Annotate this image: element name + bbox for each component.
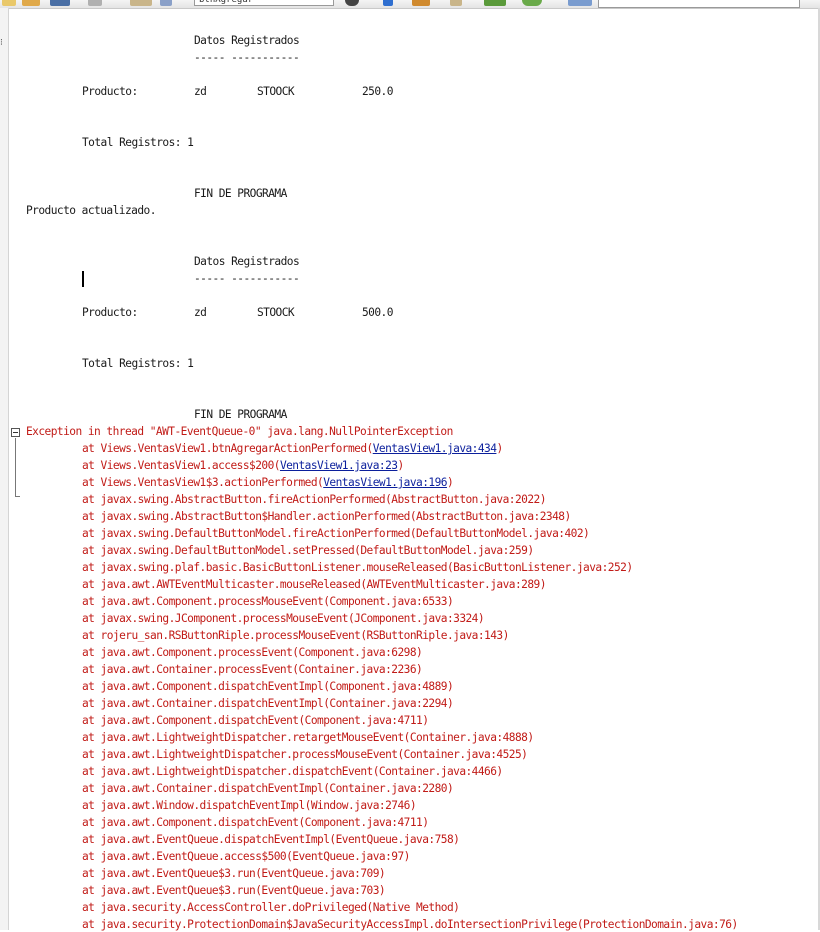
stack-frame-line: at java.awt.LightweightDispatcher.retarg… [82,731,534,744]
stack-frame-line: at java.awt.Component.processEvent(Compo… [82,646,423,659]
stack-frame-line: at java.awt.LightweightDispatcher.proces… [82,748,528,761]
stack-frame-line: at javax.swing.JComponent.processMouseEv… [82,612,485,625]
stack-frame-line: at java.awt.EventQueue.dispatchEventImpl… [82,833,460,846]
stack-frame-line: at Views.VentasView1.access$200(VentasVi… [82,459,404,473]
stack-frame-line: at Views.VentasView1.btnAgregarActionPer… [82,442,503,456]
collapse-icon[interactable] [11,428,20,437]
stack-frame-line: at java.awt.Container.dispatchEventImpl(… [82,697,454,710]
stack-frame-line: at java.awt.AWTEventMulticaster.mouseRel… [82,578,546,591]
block1-underline: ----- ----------- [194,51,300,64]
block2-row-name: zd [194,306,207,319]
stack-frame-line: at java.awt.Window.dispatchEventImpl(Win… [82,799,417,812]
cut-icon[interactable] [160,0,172,6]
stack-frame-line: at javax.swing.plaf.basic.BasicButtonLis… [82,561,633,574]
block1-end: FIN DE PROGRAMA [194,187,287,200]
ide-toolbar: btnAgregar [0,0,820,9]
stack-frame-line: at java.awt.Component.dispatchEventImpl(… [82,680,454,693]
block1-total: Total Registros: 1 [82,136,194,149]
run-icon[interactable] [450,0,462,6]
fold-guide [15,438,16,496]
save-all-icon[interactable] [50,0,70,6]
stack-frame-line: at java.awt.Component.dispatchEvent(Comp… [82,816,429,829]
stack-frame-text: at Views.VentasView1.access$200( [82,459,280,472]
stack-frame-line: at java.awt.LightweightDispatcher.dispat… [82,765,503,778]
stack-frame-line: at java.awt.EventQueue$3.run(EventQueue.… [82,884,386,897]
block1-row-name: zd [194,85,207,98]
stack-frame-line: at rojeru_san.RSButtonRiple.processMouse… [82,629,509,642]
stack-frame-text: ) [397,459,404,472]
source-link[interactable]: VentasView1.java:23 [280,459,398,472]
block1-row-field: STOOCK [257,85,295,98]
step-icon[interactable] [522,0,542,6]
redo-icon[interactable] [130,0,152,6]
new-project-icon[interactable] [2,0,16,6]
stack-frame-line: at javax.swing.AbstractButton$Handler.ac… [82,510,571,523]
block1-header: Datos Registrados [194,34,300,47]
stack-frame-line: at java.awt.EventQueue$3.run(EventQueue.… [82,867,386,880]
block2-row-field: STOOCK [257,306,295,319]
stack-frame-line: at java.security.AccessController.doPriv… [82,901,460,914]
undo-icon[interactable] [88,0,102,6]
fold-guide-end [15,496,20,497]
exception-message: Exception in thread "AWT-EventQueue-0" j… [26,425,453,438]
block2-end: FIN DE PROGRAMA [194,408,287,421]
build-icon[interactable] [383,0,393,6]
block1-row-value: 250.0 [362,85,393,98]
block2-row-value: 500.0 [362,306,393,319]
gutter-marker-icon: ⁝ [0,38,3,48]
block1-row-label: Producto: [82,85,138,98]
debug-icon[interactable] [412,0,430,6]
stack-frame-line: at java.awt.Component.processMouseEvent(… [82,595,454,608]
block2-header: Datos Registrados [194,255,300,268]
output-gutter: ⁝ [0,8,9,930]
source-link[interactable]: VentasView1.java:196 [323,476,447,489]
stack-frame-line: at javax.swing.DefaultButtonModel.setPre… [82,544,534,557]
status-message: Producto actualizado. [26,204,156,217]
stack-frame-line: at javax.swing.DefaultButtonModel.fireAc… [82,527,590,540]
open-project-icon[interactable] [22,0,40,6]
text-caret [82,271,84,287]
block2-underline: ----- ----------- [194,272,300,285]
stack-frame-line: at javax.swing.AbstractButton.fireAction… [82,493,546,506]
stack-frame-text: at Views.VentasView1$3.actionPerformed( [82,476,324,489]
source-link[interactable]: VentasView1.java:434 [373,442,497,455]
stack-frame-line: at java.awt.Component.dispatchEvent(Comp… [82,714,429,727]
stack-frame-line: at java.awt.Container.dispatchEventImpl(… [82,782,454,795]
stack-frame-text: ) [496,442,503,455]
search-input[interactable] [598,0,800,8]
configuration-combo[interactable]: btnAgregar [194,0,334,6]
clean-build-icon[interactable] [345,0,359,6]
attach-icon[interactable] [568,0,592,6]
block2-row-label: Producto: [82,306,138,319]
stack-frame-line: at java.awt.EventQueue.access$500(EventQ… [82,850,410,863]
stack-frame-text: at Views.VentasView1.btnAgregarActionPer… [82,442,373,455]
stack-frame-line: at java.awt.Container.processEvent(Conta… [82,663,423,676]
block2-total: Total Registros: 1 [82,357,194,370]
profile-icon[interactable] [484,0,506,6]
output-console[interactable]: Datos Registrados ----- ----------- Prod… [26,34,816,931]
stack-frame-text: ) [446,476,454,489]
stack-frame-line: at Views.VentasView1$3.actionPerformed(V… [82,476,454,490]
